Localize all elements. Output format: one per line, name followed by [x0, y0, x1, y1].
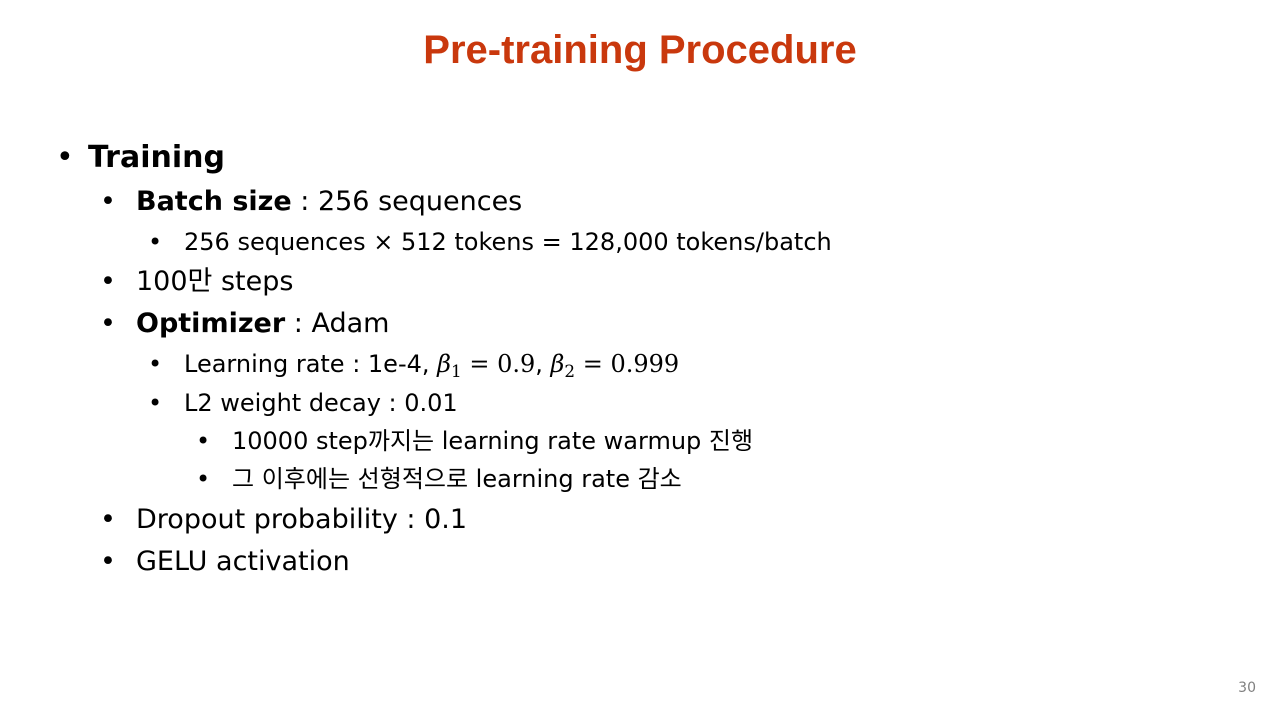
list-item-optimizer: • Optimizer : Adam: [100, 307, 390, 341]
list-item-batch-detail: • 256 sequences × 512 tokens = 128,000 t…: [148, 227, 832, 257]
beta1-subscript: 1: [451, 361, 462, 381]
bullet-icon: •: [100, 186, 116, 217]
training-heading: Training: [88, 140, 225, 175]
bullet-icon: •: [148, 350, 163, 378]
beta2-letter: β: [550, 350, 565, 378]
steps-text: 100만 steps: [136, 266, 294, 297]
warmup-text: 10000 step까지는 learning rate warmup 진행: [232, 427, 754, 455]
weight-decay-text: L2 weight decay : 0.01: [184, 389, 458, 417]
optimizer-value: : Adam: [285, 308, 390, 339]
list-item-training: • Training: [56, 140, 225, 176]
bullet-icon: •: [148, 228, 163, 256]
list-item-warmup: • 10000 step까지는 learning rate warmup 진행: [196, 426, 754, 456]
batch-detail-text: 256 sequences × 512 tokens = 128,000 tok…: [184, 228, 832, 256]
bullet-icon: •: [148, 389, 163, 417]
beta2-value: = 0.999: [575, 350, 680, 378]
list-item-batch-size: • Batch size : 256 sequences: [100, 185, 523, 219]
bullet-icon: •: [100, 308, 116, 339]
batch-size-label: Batch size: [136, 186, 292, 217]
bullet-icon: •: [196, 465, 211, 493]
list-item-linear-decay: • 그 이후에는 선형적으로 learning rate 감소: [196, 464, 682, 494]
bullet-icon: •: [196, 427, 211, 455]
bullet-icon: •: [56, 140, 74, 175]
beta-separator: ,: [535, 350, 551, 378]
beta1-value: = 0.9: [461, 350, 536, 378]
page-number: 30: [1238, 680, 1256, 696]
bullet-icon: •: [100, 504, 116, 535]
slide-title: Pre-training Procedure: [423, 28, 857, 72]
beta2-subscript: 2: [564, 361, 576, 381]
bullet-icon: •: [100, 546, 116, 577]
list-item-activation: • GELU activation: [100, 545, 350, 579]
list-item-steps: • 100만 steps: [100, 265, 294, 299]
optimizer-label: Optimizer: [136, 308, 286, 339]
list-item-dropout: • Dropout probability : 0.1: [100, 503, 468, 537]
batch-size-value: : 256 sequences: [291, 186, 523, 217]
beta1-letter: β: [437, 350, 452, 378]
learning-rate-prefix: Learning rate : 1e-4,: [184, 350, 438, 378]
beta2-symbol: β2: [550, 350, 576, 381]
dropout-text: Dropout probability : 0.1: [136, 504, 468, 535]
activation-text: GELU activation: [136, 546, 350, 577]
linear-decay-text: 그 이후에는 선형적으로 learning rate 감소: [232, 465, 682, 493]
list-item-learning-rate: • Learning rate : 1e-4, β1 = 0.9, β2 = 0…: [148, 349, 680, 381]
list-item-weight-decay: • L2 weight decay : 0.01: [148, 388, 458, 418]
bullet-icon: •: [100, 266, 116, 297]
beta1-symbol: β1: [437, 350, 462, 381]
